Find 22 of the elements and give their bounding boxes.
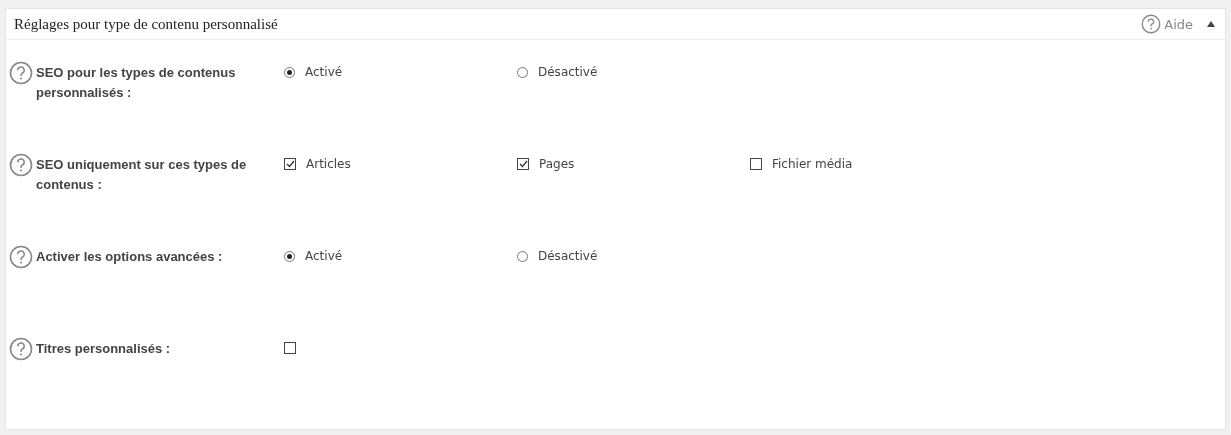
option-label: Activé <box>305 65 343 79</box>
panel-title: Réglages pour type de contenu personnalisé <box>14 15 279 33</box>
help-icon[interactable] <box>9 337 33 361</box>
option-label: Pages <box>539 157 575 171</box>
option-label: Désactivé <box>538 65 598 79</box>
option-label: Désactivé <box>538 249 598 263</box>
help-icon[interactable] <box>1141 14 1162 34</box>
setting-label: SEO uniquement sur ces types de contenus : <box>36 156 248 194</box>
option-label: Articles <box>306 157 351 171</box>
help-icon[interactable] <box>9 245 33 269</box>
option-label: Activé <box>305 249 343 263</box>
help-button[interactable]: Aide <box>1141 14 1193 34</box>
setting-label: SEO pour les types de contenus personnalisés : <box>36 64 237 102</box>
checkbox[interactable] <box>284 342 296 354</box>
checkbox[interactable] <box>284 158 296 170</box>
help-icon[interactable] <box>9 153 33 177</box>
setting-label: Activer les options avancées : <box>36 248 224 266</box>
checkbox[interactable] <box>517 158 529 170</box>
checkbox[interactable] <box>750 158 762 170</box>
setting-label: Titres personnalisés : <box>36 340 172 358</box>
help-icon[interactable] <box>9 61 33 85</box>
option-label: Fichier média <box>772 157 853 171</box>
